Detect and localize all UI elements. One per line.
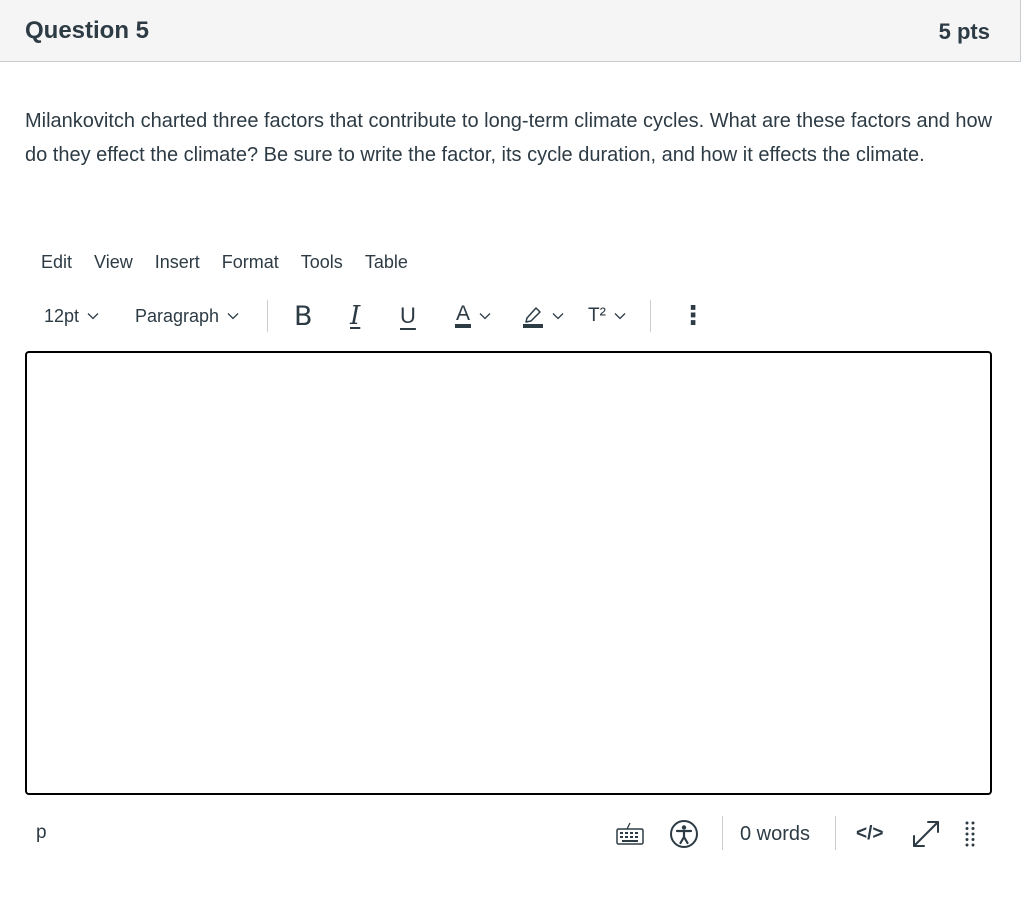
chevron-down-icon <box>614 313 626 320</box>
statusbar-divider <box>835 816 836 850</box>
accessibility-icon <box>670 820 698 848</box>
menu-insert[interactable]: Insert <box>144 250 211 278</box>
menu-edit[interactable]: Edit <box>30 250 83 278</box>
superscript-button[interactable]: T² <box>588 298 626 334</box>
question-title: Question 5 <box>25 17 150 44</box>
rich-text-editor[interactable] <box>25 351 992 795</box>
font-size-value: 12pt <box>44 305 80 326</box>
menu-tools[interactable]: Tools <box>290 250 354 278</box>
chevron-down-icon <box>479 313 491 320</box>
text-color-icon: A <box>455 303 472 328</box>
element-path[interactable]: p <box>36 822 47 844</box>
statusbar-divider <box>722 816 723 850</box>
word-count-label: 0 words <box>740 822 811 845</box>
chevron-down-icon <box>227 313 239 320</box>
chevron-down-icon <box>87 313 99 320</box>
question-points: 5 pts <box>938 19 990 44</box>
italic-icon: I <box>350 301 361 331</box>
editor-toolbar: 12pt Paragraph B I U A T² ⋮ <box>30 298 710 334</box>
underline-button[interactable]: U <box>400 298 416 334</box>
fullscreen-icon <box>913 821 939 847</box>
more-options-button[interactable]: ⋮ <box>680 298 706 334</box>
html-editor-toggle[interactable]: </> <box>856 816 883 852</box>
superscript-icon: T² <box>588 305 606 326</box>
underline-icon: U <box>400 303 416 328</box>
menu-view[interactable]: View <box>83 250 144 278</box>
highlight-color-button[interactable] <box>522 298 564 334</box>
menu-table[interactable]: Table <box>354 250 419 278</box>
menu-format[interactable]: Format <box>211 250 290 278</box>
editor-statusbar: p 0 words </> <box>25 812 992 856</box>
block-format-value: Paragraph <box>135 305 220 326</box>
fullscreen-button[interactable] <box>910 816 942 852</box>
highlighter-icon <box>523 307 543 328</box>
code-icon: </> <box>856 823 884 844</box>
font-size-dropdown[interactable]: 12pt <box>44 298 99 334</box>
italic-button[interactable]: I <box>350 298 360 334</box>
keyboard-icon <box>616 822 644 845</box>
resize-grip-icon <box>965 821 975 847</box>
more-vertical-icon: ⋮ <box>680 301 706 331</box>
chevron-down-icon <box>552 313 564 320</box>
toolbar-divider <box>650 300 651 332</box>
text-color-button[interactable]: A <box>455 298 491 334</box>
editor-menubar: Edit View Insert Format Tools Table <box>30 250 419 278</box>
resize-handle[interactable] <box>963 816 979 852</box>
block-format-dropdown[interactable]: Paragraph <box>135 298 239 334</box>
accessibility-checker-button[interactable] <box>669 816 699 852</box>
word-count[interactable]: 0 words <box>740 816 810 852</box>
bold-icon: B <box>294 300 313 332</box>
keyboard-shortcuts-button[interactable] <box>615 816 645 852</box>
toolbar-divider <box>267 300 268 332</box>
question-text: Milankovitch charted three factors that … <box>25 110 993 166</box>
question-header: Question 5 5 pts <box>0 0 1021 62</box>
bold-button[interactable]: B <box>294 298 313 334</box>
